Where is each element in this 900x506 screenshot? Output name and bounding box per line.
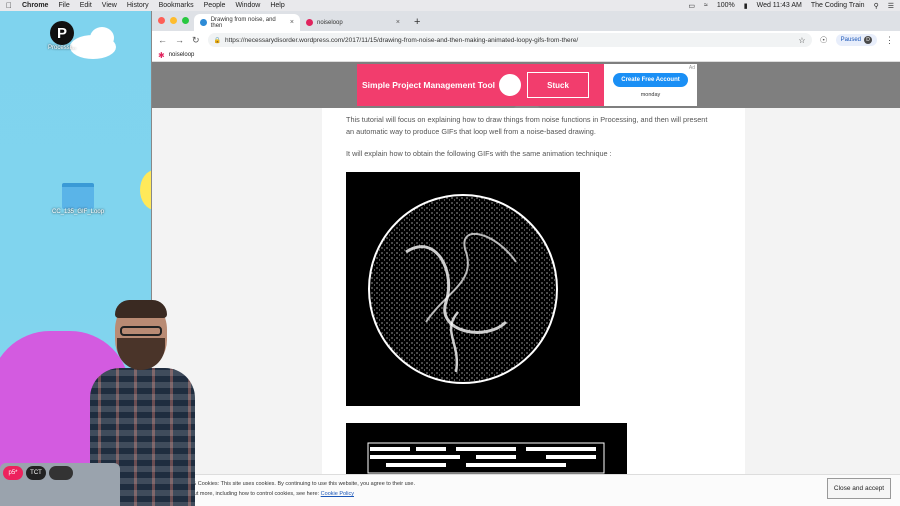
reload-icon[interactable]: ↻	[192, 35, 200, 46]
clock[interactable]: Wed 11:43 AM	[757, 2, 802, 9]
ad-banner-area: Simple Project Management Tool Stuck Ad …	[152, 62, 900, 112]
ad-left-panel: Simple Project Management Tool Stuck	[357, 64, 604, 106]
profile-status: Paused	[840, 37, 861, 43]
desktop-icon-label: CC_135_GIF_Loop	[52, 209, 105, 215]
cookie-line-1: Privacy & Cookies: This site uses cookie…	[173, 481, 416, 487]
tab-noiseloop[interactable]: noiseloop ×	[300, 14, 406, 31]
more-menu-icon[interactable]: ⋮	[885, 35, 894, 46]
extension-icon[interactable]: ☉	[820, 35, 828, 46]
cookie-banner: Privacy & Cookies: This site uses cookie…	[151, 474, 900, 506]
profile-button[interactable]: Paused D	[835, 34, 877, 46]
apple-icon[interactable]: 	[6, 1, 12, 10]
tab-strip: Drawing from noise, and then × noiseloop…	[152, 11, 900, 31]
menu-people[interactable]: People	[204, 2, 226, 9]
p5-sticker: p5*	[3, 466, 23, 480]
forward-icon[interactable]: →	[175, 35, 184, 45]
menu-bar:  Chrome File Edit View History Bookmark…	[0, 0, 900, 11]
back-icon[interactable]: ←	[158, 35, 167, 45]
p5-icon: ✱	[158, 50, 165, 60]
menu-bookmarks[interactable]: Bookmarks	[159, 2, 194, 9]
address-bar[interactable]: 🔒 https://necessarydisorder.wordpress.co…	[207, 33, 812, 47]
create-account-button[interactable]: Create Free Account	[613, 72, 688, 87]
article-content: This tutorial will focus on explaining h…	[322, 108, 745, 506]
browser-toolbar: ← → ↻ 🔒 https://necessarydisorder.wordpr…	[152, 31, 900, 49]
tab-title: noiseloop	[317, 19, 343, 26]
laptop-foreground: p5* TCT	[0, 463, 120, 506]
tab-title: Drawing from noise, and then	[210, 16, 276, 29]
menu-edit[interactable]: Edit	[80, 2, 92, 9]
bookmark-noiseloop[interactable]: noiseloop	[169, 52, 195, 58]
desktop-icon-label: Processi...	[48, 45, 77, 51]
wordpress-icon	[200, 19, 207, 26]
ad-right-panel: Ad Create Free Account monday	[604, 64, 697, 106]
ad-brand-logo: monday	[640, 91, 661, 98]
menu-view[interactable]: View	[102, 2, 117, 9]
battery-percent: 100%	[716, 2, 735, 9]
new-tab-button[interactable]: +	[406, 16, 426, 31]
desktop-icon-processing[interactable]: P Processi...	[48, 21, 76, 51]
wifi-icon[interactable]: ≈	[704, 2, 708, 9]
bookmarks-bar: ✱ noiseloop	[152, 49, 900, 62]
menu-history[interactable]: History	[127, 2, 149, 9]
cookie-text: Privacy & Cookies: This site uses cookie…	[173, 479, 473, 499]
coding-train-sticker: TCT	[26, 466, 46, 480]
close-tab-icon[interactable]: ×	[290, 19, 294, 26]
close-window-icon[interactable]	[158, 17, 165, 24]
desktop-icon-folder[interactable]: CC_135_GIF_Loop	[52, 183, 104, 215]
ad-title: Simple Project Management Tool	[362, 80, 496, 90]
cookie-policy-link[interactable]: Cookie Policy	[321, 491, 354, 497]
presenter-beard	[117, 338, 165, 370]
notification-center-icon[interactable]: ☰	[888, 2, 894, 10]
noise-circle-gif	[346, 172, 580, 406]
airplay-icon[interactable]: ▭	[688, 2, 695, 10]
cloud-decoration	[90, 27, 114, 49]
cookie-line-2: To find out more, including how to contr…	[173, 489, 473, 499]
presenter-glasses	[120, 326, 162, 336]
menu-help[interactable]: Help	[270, 2, 284, 9]
menu-file[interactable]: File	[58, 2, 69, 9]
menu-window[interactable]: Window	[235, 2, 260, 9]
laptop-sticker	[49, 466, 73, 480]
avatar: D	[864, 36, 872, 44]
bookmark-star-icon[interactable]: ☆	[798, 36, 805, 45]
ad-flag[interactable]: Ad	[689, 65, 695, 71]
menu-app[interactable]: Chrome	[22, 2, 48, 9]
presenter-hair	[115, 300, 167, 318]
ad-stuck-label: Stuck	[527, 72, 590, 98]
browser-window: Drawing from noise, and then × noiseloop…	[151, 11, 900, 506]
close-and-accept-button[interactable]: Close and accept	[827, 478, 891, 499]
article-paragraph: It will explain how to obtain the follow…	[346, 149, 612, 158]
search-icon[interactable]: ⚲	[874, 2, 879, 10]
folder-icon	[62, 183, 95, 209]
battery-icon[interactable]: ▮	[744, 2, 748, 10]
zoom-window-icon[interactable]	[182, 17, 189, 24]
minimize-window-icon[interactable]	[170, 17, 177, 24]
status-area: ▭ ≈ 100% ▮ Wed 11:43 AM The Coding Train…	[688, 2, 894, 10]
lock-icon[interactable]: 🔒	[214, 37, 221, 44]
article-paragraph: This tutorial will focus on explaining h…	[346, 115, 708, 136]
processing-logo-icon: P	[50, 21, 74, 45]
close-tab-icon[interactable]: ×	[396, 19, 400, 26]
tab-drawing-from-noise[interactable]: Drawing from noise, and then ×	[194, 14, 300, 31]
user-name[interactable]: The Coding Train	[811, 2, 865, 9]
ad-person-image	[499, 74, 522, 96]
p5-icon	[306, 19, 313, 26]
noise-circle-graphic	[368, 194, 558, 384]
url-text: https://necessarydisorder.wordpress.com/…	[225, 36, 579, 44]
ad-banner[interactable]: Simple Project Management Tool Stuck Ad …	[357, 64, 697, 106]
window-controls	[158, 17, 189, 24]
